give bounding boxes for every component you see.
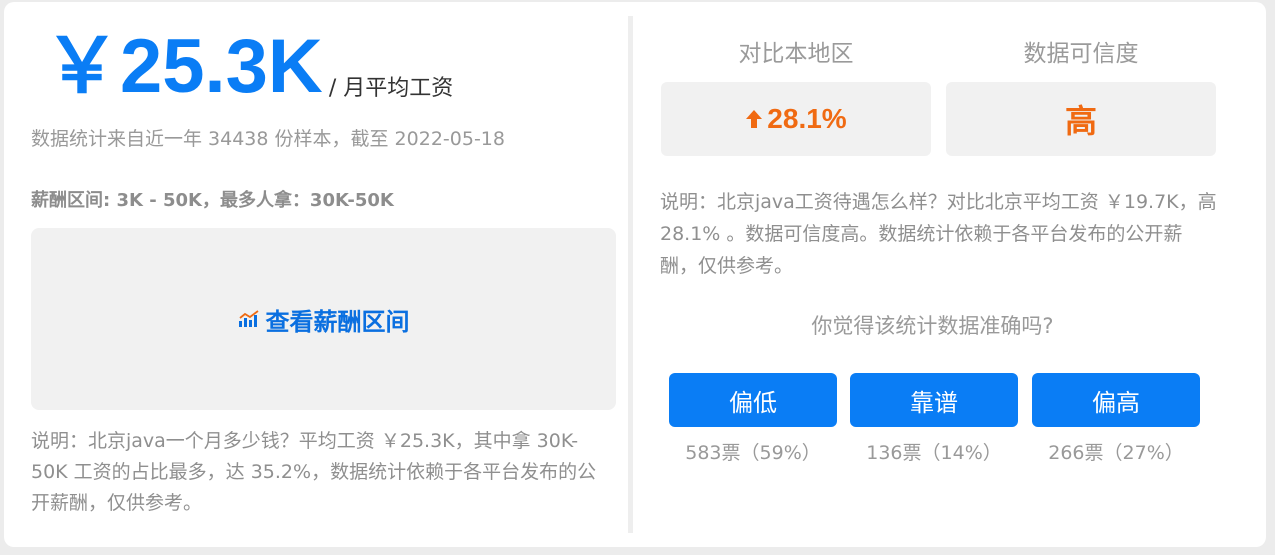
view-salary-range-label: 查看薪酬区间	[265, 307, 410, 336]
salary-range: 薪酬区间: 3K - 50K，最多人拿：30K-50K	[31, 190, 394, 211]
view-salary-range-button[interactable]: 查看薪酬区间	[31, 228, 616, 410]
vote-high-button[interactable]: 偏高	[1032, 373, 1200, 427]
credibility-box: 高	[946, 82, 1216, 156]
vote-high-count: 266票（27%）	[1048, 442, 1184, 464]
salary-value: ￥25.3K	[44, 24, 323, 109]
average-salary: ￥25.3K / 月平均工资	[44, 22, 453, 112]
bar-chart-icon	[238, 310, 259, 327]
salary-unit: / 月平均工资	[328, 76, 454, 101]
vote-accurate-button[interactable]: 靠谱	[850, 373, 1018, 427]
sample-note: 数据统计来自近一年 34438 份样本，截至 2022-05-18	[31, 128, 505, 150]
vote-accurate-count: 136票（14%）	[866, 442, 1002, 464]
vote-low-count: 583票（59%）	[685, 442, 821, 464]
salary-explanation: 说明：北京java一个月多少钱？平均工资 ￥25.3K，其中拿 30K-50K …	[31, 430, 597, 514]
region-compare-header: 对比本地区	[738, 41, 854, 67]
column-divider	[628, 16, 633, 533]
region-compare-box: 28.1%	[661, 82, 931, 156]
view-salary-range-link[interactable]: 查看薪酬区间	[238, 302, 410, 337]
vote-low-button[interactable]: 偏低	[669, 373, 837, 427]
arrow-up-icon	[745, 109, 763, 129]
credibility-value: 高	[1064, 102, 1097, 140]
region-compare-value: 28.1%	[767, 103, 847, 134]
vote-question: 你觉得该统计数据准确吗?	[811, 314, 1054, 338]
credibility-header: 数据可信度	[1023, 41, 1139, 67]
compare-explanation: 说明：北京java工资待遇怎么样？对比北京平均工资 ￥19.7K，高 28.1%…	[660, 191, 1217, 277]
